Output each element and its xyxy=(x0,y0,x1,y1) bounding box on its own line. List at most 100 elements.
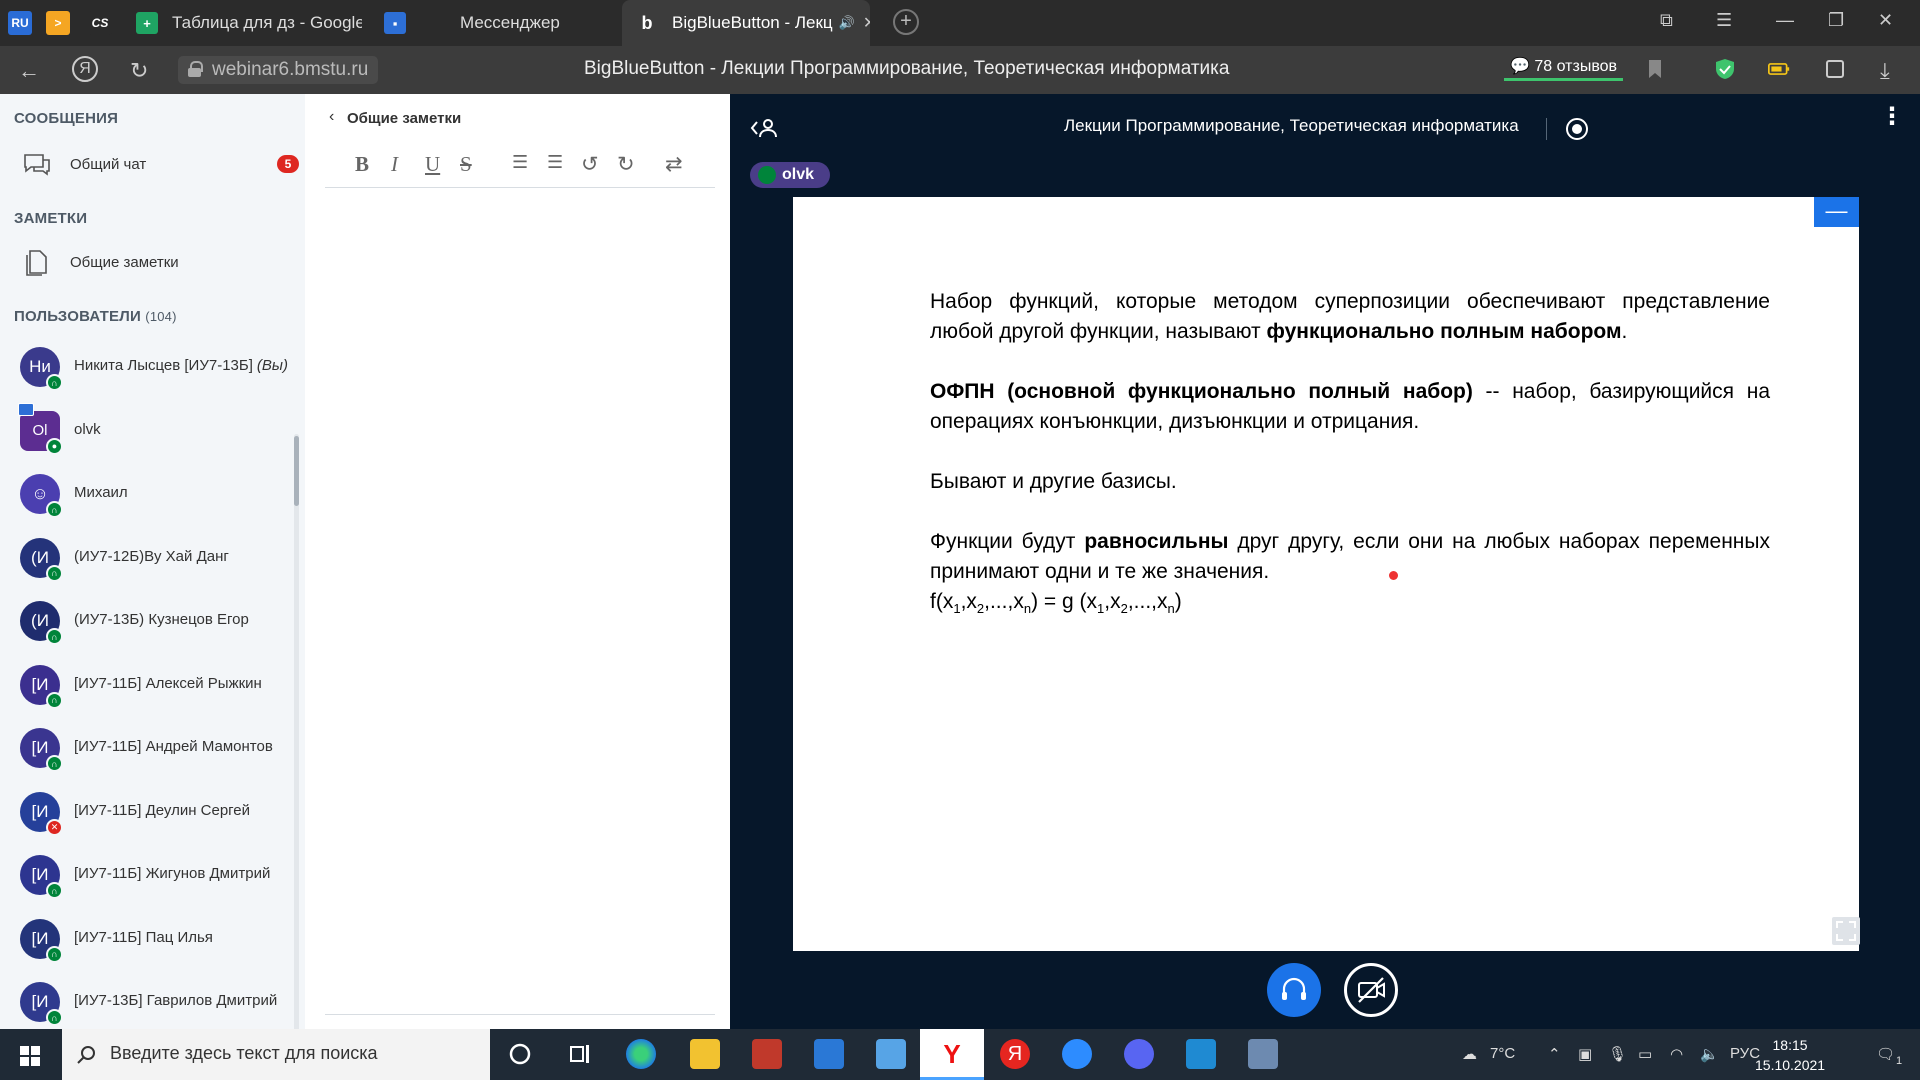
toggle-user-list-icon[interactable] xyxy=(750,116,778,140)
cs-favicon[interactable]: CS xyxy=(88,11,112,35)
photos-icon[interactable] xyxy=(876,1039,906,1069)
video-off-button[interactable] xyxy=(1344,963,1398,1017)
edge-icon[interactable] xyxy=(626,1039,656,1069)
page-title: BigBlueButton - Лекции Программирование,… xyxy=(584,58,1230,79)
sidebar-item-shared-notes[interactable]: Общие заметки xyxy=(0,236,305,288)
taskbar-search-box[interactable]: Введите здесь текст для поиска xyxy=(62,1029,490,1080)
scrollbar-thumb[interactable] xyxy=(294,436,299,506)
clock[interactable]: 18:15 15.10.2021 xyxy=(1755,1035,1825,1075)
store-icon[interactable] xyxy=(752,1039,782,1069)
reload-icon[interactable]: ↻ xyxy=(130,58,148,84)
chevron-up-icon[interactable]: ⌃ xyxy=(1548,1045,1561,1063)
extensions-icon[interactable] xyxy=(1824,58,1846,80)
user-list-item[interactable]: [И ∩ [ИУ7-11Б] Жигунов Дмитрий xyxy=(0,842,292,902)
battery-saver-icon[interactable] xyxy=(1768,58,1790,80)
url-field[interactable]: webinar6.bmstu.ru xyxy=(178,56,379,84)
minimize-presentation-button[interactable]: — xyxy=(1814,197,1859,227)
yandex-browser-icon[interactable]: Y xyxy=(937,1039,967,1069)
strikethrough-icon[interactable]: S xyxy=(460,152,472,177)
presentation-stage: Лекции Программирование, Теоретическая и… xyxy=(730,94,1920,1029)
presenter-icon xyxy=(18,402,34,416)
meet-now-icon[interactable]: ▣ xyxy=(1578,1045,1592,1063)
close-tab-icon[interactable]: ✕ xyxy=(863,13,870,33)
bold-icon[interactable]: B xyxy=(355,152,369,177)
weather-temp[interactable]: 7°C xyxy=(1490,1045,1515,1062)
windows-start-icon[interactable] xyxy=(20,1046,40,1066)
swap-icon[interactable]: ⇄ xyxy=(665,152,683,177)
speaker-icon[interactable]: 🔊 xyxy=(839,15,855,31)
notes-panel-title[interactable]: Общие заметки xyxy=(347,110,461,127)
tab-bigbluebutton[interactable]: b BigBlueButton - Лекц 🔊 ✕ xyxy=(622,0,870,46)
user-name: [ИУ7-11Б] Деулин Сергей xyxy=(74,802,250,819)
user-list-item[interactable]: Ol ● olvk xyxy=(0,398,292,458)
user-list-item[interactable]: Ни ∩ Никита Лысцев [ИУ7-13Б] (Вы) xyxy=(0,334,292,394)
sidebar-item-public-chat[interactable]: Общий чат 5 xyxy=(0,138,305,190)
notifications-icon[interactable]: 🗨 xyxy=(1876,1045,1895,1063)
headset-status-icon: ∩ xyxy=(46,755,63,772)
download-icon[interactable]: ⤓ xyxy=(1880,58,1890,84)
muted-status-icon: ✕ xyxy=(46,818,63,836)
protect-shield-icon[interactable] xyxy=(1714,58,1736,80)
bullet-list-icon[interactable]: ☰ xyxy=(547,152,563,173)
shared-notes-panel: ‹ Общие заметки B I U S ☰ ☰ ↺ ↻ ⇄ xyxy=(305,94,730,1029)
user-name-text: [ИУ7-11Б] Пац Илья xyxy=(74,928,213,946)
discord-icon[interactable] xyxy=(1124,1039,1154,1069)
microphone-icon[interactable]: 🎙 xyxy=(1608,1045,1627,1063)
bookmark-icon[interactable] xyxy=(1644,58,1666,80)
chevron-left-icon[interactable]: ‹ xyxy=(329,108,334,126)
back-icon[interactable]: ← xyxy=(18,58,40,84)
play-favicon[interactable]: > xyxy=(46,11,70,35)
ru-favicon[interactable]: RU xyxy=(8,11,32,35)
reviews-button[interactable]: 💬 78 отзывов xyxy=(1504,54,1624,81)
notes-icon xyxy=(26,250,47,276)
user-list-item[interactable]: [И ∩ [ИУ7-13Б] Гаврилов Дмитрий xyxy=(0,969,292,1029)
fullscreen-icon[interactable] xyxy=(1832,917,1860,945)
editor-bottom-divider xyxy=(325,1014,715,1015)
recording-icon[interactable] xyxy=(1566,118,1588,140)
user-list-item[interactable]: [И ∩ [ИУ7-11Б] Андрей Мамонтов xyxy=(0,715,292,775)
close-window-icon[interactable]: ✕ xyxy=(1878,10,1893,31)
yandex-icon[interactable]: Я xyxy=(1000,1039,1030,1069)
notes-editor[interactable] xyxy=(325,194,715,1009)
italic-icon[interactable]: I xyxy=(391,152,398,177)
user-name: [ИУ7-11Б] Жигунов Дмитрий xyxy=(74,865,270,882)
user-list-item[interactable]: (И ∩ (ИУ7-13Б) Кузнецов Егор xyxy=(0,588,292,648)
clock-time: 18:15 xyxy=(1772,1037,1808,1053)
ordered-list-icon[interactable]: ☰ xyxy=(512,152,528,173)
undo-icon[interactable]: ↺ xyxy=(581,152,599,177)
task-view-icon[interactable] xyxy=(565,1039,595,1069)
battery-icon[interactable]: ▭ xyxy=(1638,1045,1652,1063)
user-list-item[interactable]: [И ∩ [ИУ7-11Б] Алексей Рыжкин xyxy=(0,652,292,712)
wifi-icon[interactable]: ◠ xyxy=(1670,1045,1683,1063)
tab-messenger[interactable]: ▪ Мессенджер xyxy=(370,0,620,46)
messenger-icon: ▪ xyxy=(384,12,406,34)
new-tab-button[interactable]: + xyxy=(893,9,919,35)
zoom-icon[interactable] xyxy=(1062,1039,1092,1069)
menu-icon[interactable]: ☰ xyxy=(1716,10,1732,31)
restore-icon[interactable]: ❐ xyxy=(1828,10,1844,31)
file-explorer-icon[interactable] xyxy=(690,1039,720,1069)
user-list-item[interactable]: [И ✕ [ИУ7-11Б] Деулин Сергей xyxy=(0,779,292,839)
yandex-logo-icon[interactable]: Я xyxy=(72,56,98,82)
mail-icon[interactable] xyxy=(814,1039,844,1069)
meeting-title: Лекции Программирование, Теоретическая и… xyxy=(1064,116,1519,135)
volume-icon[interactable]: 🔈 xyxy=(1700,1045,1719,1063)
collections-icon[interactable]: ⧉ xyxy=(1660,10,1673,31)
user-list-item[interactable]: [И ∩ [ИУ7-11Б] Пац Илья xyxy=(0,906,292,966)
talking-indicator: olvk xyxy=(750,162,831,188)
users-heading: ПОЛЬЗОВАТЕЛИ (104) xyxy=(14,308,177,325)
weather-icon[interactable]: ☁ xyxy=(1462,1045,1477,1063)
tab-google-sheets[interactable]: + Таблица для дз - Google Т xyxy=(122,0,362,46)
options-menu-icon[interactable]: ⋮ xyxy=(1880,105,1904,129)
vscode-icon[interactable] xyxy=(1186,1039,1216,1069)
user-list-item[interactable]: (И ∩ (ИУ7-12Б)Ву Хай Данг xyxy=(0,525,292,585)
minimize-icon[interactable]: — xyxy=(1776,10,1794,31)
user-list-scrollbar[interactable] xyxy=(294,434,299,1029)
headset-button[interactable] xyxy=(1267,963,1321,1017)
cortana-icon[interactable] xyxy=(505,1039,535,1069)
virtualbox-icon[interactable] xyxy=(1248,1039,1278,1069)
user-name-text: Никита Лысцев [ИУ7-13Б] xyxy=(74,357,253,374)
underline-icon[interactable]: U xyxy=(425,152,440,177)
redo-icon[interactable]: ↻ xyxy=(617,152,635,177)
user-list-item[interactable]: ☺ ∩ Михаил xyxy=(0,461,292,521)
